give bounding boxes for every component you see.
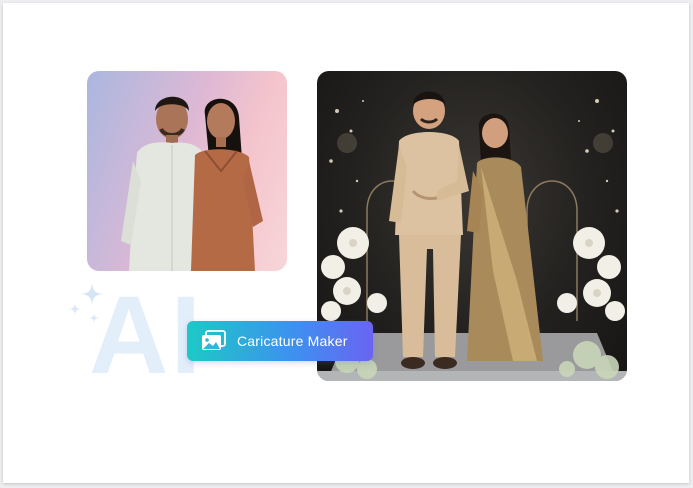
sparkle-small-icon (69, 303, 81, 315)
couple-photo-illustration (121, 96, 263, 271)
caricature-maker-badge[interactable]: Caricature Maker (187, 321, 373, 361)
sparkle-icon (81, 283, 103, 305)
original-couple-photo (87, 71, 287, 271)
sparkle-small-icon (89, 313, 99, 323)
image-gallery-icon (202, 330, 226, 350)
feature-card: AI Caricature Maker (3, 3, 689, 483)
ai-watermark: AI (89, 274, 203, 397)
badge-label: Caricature Maker (237, 333, 348, 349)
